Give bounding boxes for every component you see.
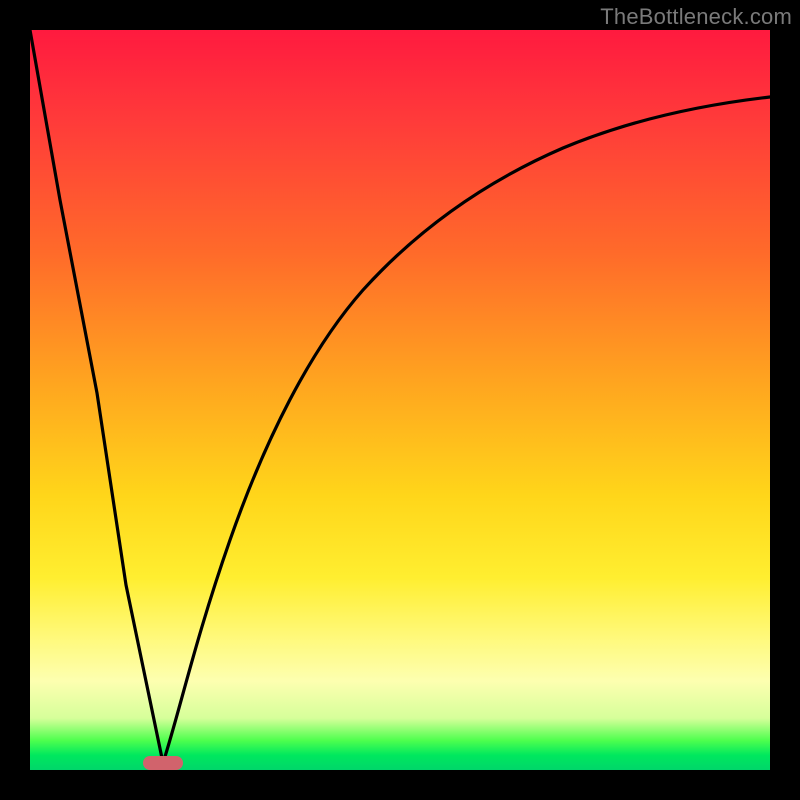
chart-frame: TheBottleneck.com: [0, 0, 800, 800]
curve-right-arm: [163, 97, 770, 763]
chart-plot-area: [30, 30, 770, 770]
watermark-text: TheBottleneck.com: [600, 4, 792, 30]
chart-curves: [30, 30, 770, 770]
curve-left-arm: [30, 30, 163, 763]
minimum-marker: [143, 756, 183, 770]
